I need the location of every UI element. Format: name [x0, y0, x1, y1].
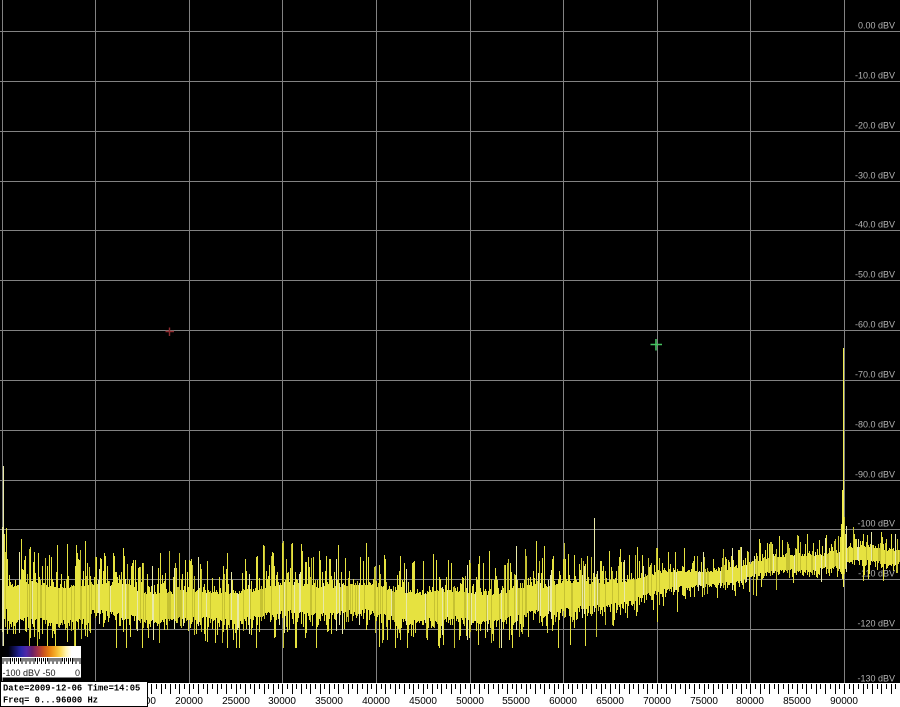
svg-text:-90.0 dBV: -90.0 dBV	[855, 470, 895, 480]
svg-text:-10.0 dBV: -10.0 dBV	[855, 71, 895, 81]
svg-text:0: 0	[75, 668, 80, 678]
svg-text:-80.0 dBV: -80.0 dBV	[855, 420, 895, 430]
svg-text:75000: 75000	[690, 696, 718, 707]
svg-text:-70.0 dBV: -70.0 dBV	[855, 370, 895, 380]
svg-text:-120 dBV: -120 dBV	[857, 619, 895, 629]
svg-text:65000: 65000	[596, 696, 624, 707]
svg-text:90000: 90000	[830, 696, 858, 707]
svg-text:-20.0 dBV: -20.0 dBV	[855, 121, 895, 131]
svg-text:45000: 45000	[409, 696, 437, 707]
svg-text:60000: 60000	[549, 696, 577, 707]
svg-text:-100 dBV -50: -100 dBV -50	[3, 668, 56, 678]
svg-text:70000: 70000	[643, 696, 671, 707]
svg-text:80000: 80000	[736, 696, 764, 707]
svg-text:20000: 20000	[175, 696, 203, 707]
svg-text:55000: 55000	[502, 696, 530, 707]
svg-text:0.00 dBV: 0.00 dBV	[858, 21, 895, 31]
svg-text:-60.0 dBV: -60.0 dBV	[855, 320, 895, 330]
svg-text:-30.0 dBV: -30.0 dBV	[855, 171, 895, 181]
svg-text:-50.0 dBV: -50.0 dBV	[855, 270, 895, 280]
svg-text:-100 dBV: -100 dBV	[857, 519, 895, 529]
svg-text:35000: 35000	[315, 696, 343, 707]
svg-text:50000: 50000	[456, 696, 484, 707]
svg-text:25000: 25000	[222, 696, 250, 707]
svg-text:-130 dBV: -130 dBV	[857, 674, 895, 684]
svg-text:40000: 40000	[362, 696, 390, 707]
svg-text:85000: 85000	[783, 696, 811, 707]
svg-text:30000: 30000	[268, 696, 296, 707]
svg-text:Date=2009-12-06 Time=14:05: Date=2009-12-06 Time=14:05	[3, 684, 140, 694]
svg-text:-40.0 dBV: -40.0 dBV	[855, 220, 895, 230]
svg-text:Freq= 0...96000 Hz: Freq= 0...96000 Hz	[3, 696, 98, 706]
